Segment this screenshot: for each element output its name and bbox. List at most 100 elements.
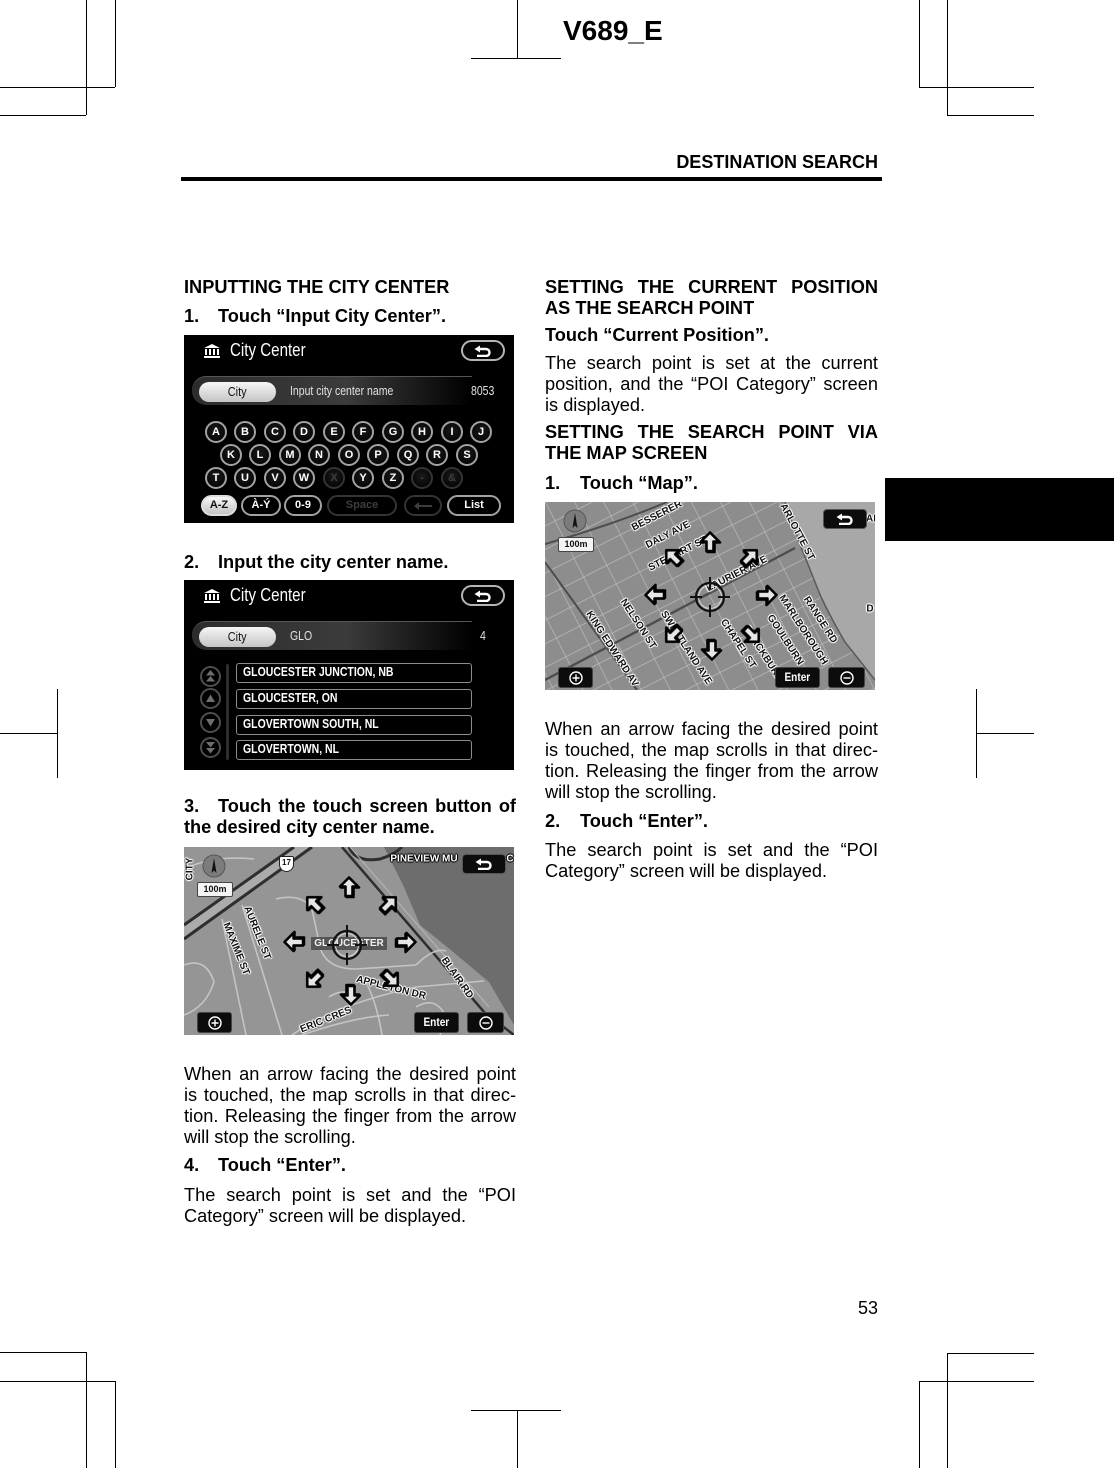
key-v: V [264, 467, 286, 489]
city-name-input: GLO [290, 629, 313, 643]
crop-mark [517, 0, 518, 58]
zoom-out-button [467, 1012, 504, 1033]
crop-mark [115, 1381, 116, 1468]
crop-mark [919, 87, 1034, 88]
city-field-button: City [199, 627, 276, 647]
compass-icon [202, 854, 226, 878]
scroll-left-arrow-icon [283, 931, 305, 953]
scroll-down-arrow-icon [701, 639, 723, 661]
museum-icon [204, 589, 220, 603]
key-e: E [323, 421, 345, 443]
header-rule [181, 177, 882, 181]
crop-mark [0, 115, 86, 116]
scroll-down-button [200, 712, 221, 733]
city-result-item: GLOVERTOWN SOUTH, NL [236, 715, 472, 735]
document-code: V689_E [563, 15, 663, 46]
compass-icon [563, 509, 587, 533]
crop-mark [919, 0, 920, 87]
return-arrow-icon [475, 858, 492, 870]
key-y: Y [352, 467, 374, 489]
key-d: D [293, 421, 315, 443]
zoom-in-button [558, 667, 593, 688]
step-1: 1. Touch “Map”. [545, 473, 878, 494]
key-l: L [249, 444, 271, 466]
step-number: 2. [184, 552, 200, 572]
city-result-item: GLOUCESTER JUNCTION, NB [236, 663, 472, 683]
back-button [461, 340, 505, 361]
key-k: K [220, 444, 242, 466]
back-button [461, 585, 505, 606]
screenshot-map-search-point: BESSERER DALY AVE STEWART ST LAURIER AVE… [545, 502, 875, 690]
key-o: O [338, 444, 360, 466]
zoom-out-icon [478, 1015, 493, 1030]
crop-mark [471, 1410, 561, 1411]
enter-button: Enter [414, 1012, 459, 1033]
step-number: 1. [184, 306, 200, 326]
key-q: Q [397, 444, 419, 466]
scrollbar-track [226, 664, 229, 760]
crop-mark [0, 1381, 115, 1382]
map-scale: 100m [197, 882, 233, 897]
page-up-button [200, 666, 221, 687]
key-j: J [470, 421, 492, 443]
scroll-right-arrow-icon [395, 931, 417, 953]
key-m: M [279, 444, 301, 466]
crop-mark [0, 733, 57, 734]
map-label: D [866, 603, 874, 615]
up-icon [206, 694, 215, 702]
enter-button: Enter [775, 667, 820, 688]
city-name-input: Input city center name [290, 384, 394, 398]
zoom-in-icon [207, 1015, 222, 1030]
match-count: 8053 [471, 384, 495, 398]
crop-mark [919, 1381, 920, 1468]
section-heading-map-screen: SETTING THE SEARCH POINT VIA THE MAP SCR… [545, 422, 878, 463]
museum-icon [204, 344, 220, 358]
screenshot-city-center-keyboard: City Center City Input city center name … [184, 335, 514, 523]
step-3: 3. Touch the touch screen button of the d… [184, 796, 516, 838]
current-position-note: The search point is set at the current p… [545, 353, 878, 415]
step-1: 1. Touch “Input City Center”. [184, 306, 516, 327]
key-p: P [367, 444, 389, 466]
crop-mark [57, 689, 58, 778]
step-4: 4. Touch “Enter”. [184, 1155, 516, 1176]
return-arrow-icon [474, 345, 491, 357]
key-u: U [234, 467, 256, 489]
step-2: 2. Touch “Enter”. [545, 811, 878, 832]
scroll-note: When an arrow facing the desired point i… [184, 1064, 516, 1147]
step-text: Touch the touch screen button of the des… [184, 796, 516, 837]
back-button [462, 854, 506, 874]
city-result-item: GLOVERTOWN, NL [236, 740, 472, 760]
step-number: 4. [184, 1155, 200, 1175]
return-arrow-icon [474, 590, 491, 602]
scroll-right-arrow-icon [756, 584, 778, 606]
city-result-item: GLOUCESTER, ON [236, 689, 472, 709]
key-b: B [234, 421, 256, 443]
step-number: 1. [545, 473, 561, 493]
match-count: 4 [480, 629, 486, 643]
section-heading-inputting-city-center: INPUTTING THE CITY CENTER [184, 277, 450, 297]
list-button: List [447, 495, 501, 516]
zoom-in-icon [568, 670, 583, 685]
scroll-up-arrow-icon [699, 531, 721, 553]
page-up-icon [206, 670, 215, 682]
crop-mark [0, 87, 115, 88]
route-shield: 17 [279, 856, 294, 872]
step-text: Touch “Enter”. [580, 811, 708, 831]
scroll-up-button [200, 688, 221, 709]
key-i: I [441, 421, 463, 443]
step-text: Touch “Enter”. [218, 1155, 346, 1175]
current-position-instruction: Touch “Current Position”. [545, 325, 769, 345]
step-text: Input the city center name. [218, 552, 449, 572]
page-down-button [200, 737, 221, 758]
crop-mark [947, 0, 948, 115]
space-button: Space [327, 495, 397, 516]
mode-accented-button: À-Ý [241, 495, 281, 516]
step-2: 2. Input the city center name. [184, 552, 516, 573]
step-text: Touch “Input City Center”. [218, 306, 447, 326]
key-g: G [382, 421, 404, 443]
return-arrow-icon [836, 513, 853, 525]
zoom-out-icon [839, 670, 854, 685]
key-w: W [293, 467, 315, 489]
key-x: X [323, 467, 345, 489]
key-n: N [308, 444, 330, 466]
